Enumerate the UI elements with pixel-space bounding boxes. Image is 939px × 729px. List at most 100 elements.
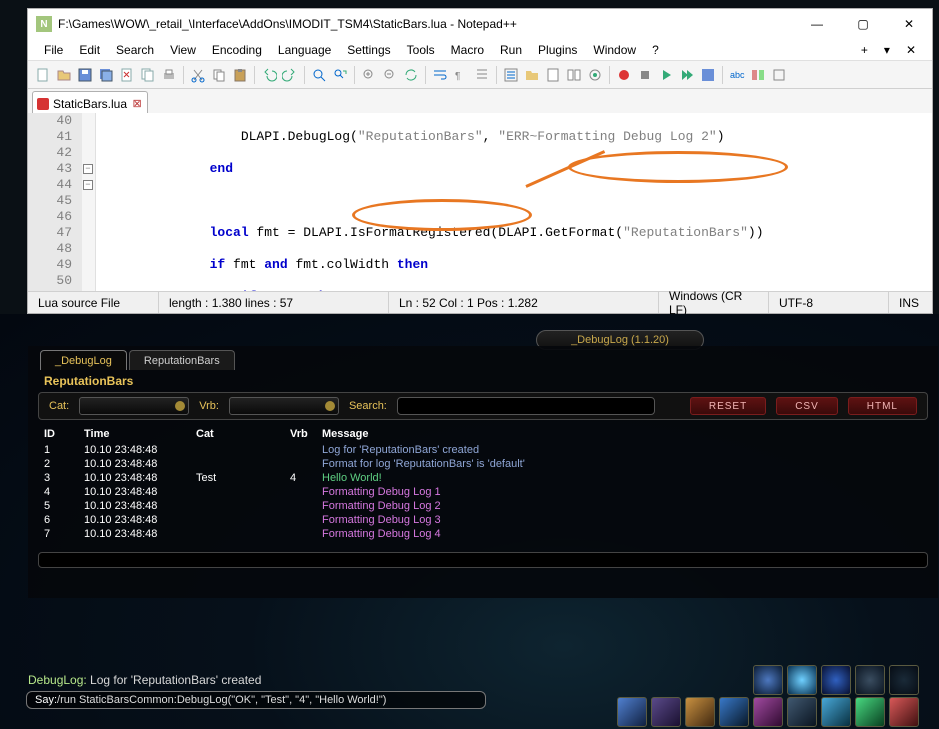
- action-bar-bottom: [617, 697, 919, 727]
- action-slot[interactable]: [719, 697, 749, 727]
- menu-view[interactable]: View: [162, 41, 204, 59]
- col-time[interactable]: Time: [84, 428, 196, 442]
- close-all-icon[interactable]: [139, 66, 157, 84]
- menu-plus-icon[interactable]: +: [853, 41, 876, 59]
- filter-cat-dropdown[interactable]: [79, 397, 189, 415]
- code-editor[interactable]: 4041424344454647484950 − − DLAPI.DebugLo…: [28, 113, 932, 291]
- record-icon[interactable]: [615, 66, 633, 84]
- reset-button[interactable]: RESET: [690, 397, 766, 415]
- action-slot[interactable]: [855, 665, 885, 695]
- action-slot[interactable]: [685, 697, 715, 727]
- replace-icon[interactable]: [331, 66, 349, 84]
- log-row[interactable]: 110.10 23:48:48Log for 'ReputationBars' …: [44, 444, 922, 458]
- fold-column[interactable]: − −: [82, 113, 96, 291]
- find-icon[interactable]: [310, 66, 328, 84]
- titlebar[interactable]: N F:\Games\WOW\_retail_\Interface\AddOns…: [28, 9, 932, 39]
- log-row[interactable]: 710.10 23:48:48Formatting Debug Log 4: [44, 528, 922, 542]
- menu-window[interactable]: Window: [585, 41, 644, 59]
- action-slot[interactable]: [889, 665, 919, 695]
- action-slot[interactable]: [617, 697, 647, 727]
- chat-input[interactable]: Say: /run StaticBarsCommon:DebugLog("OK"…: [26, 691, 486, 709]
- close-file-icon[interactable]: [118, 66, 136, 84]
- redo-icon[interactable]: [281, 66, 299, 84]
- action-slot[interactable]: [821, 697, 851, 727]
- wordwrap-icon[interactable]: [431, 66, 449, 84]
- menu-plugins[interactable]: Plugins: [530, 41, 585, 59]
- paste-icon[interactable]: [231, 66, 249, 84]
- action-slot[interactable]: [753, 665, 783, 695]
- save-macro-icon[interactable]: [699, 66, 717, 84]
- fold-minus-icon[interactable]: −: [83, 164, 93, 174]
- menu-help[interactable]: ?: [644, 41, 667, 59]
- action-slot[interactable]: [787, 665, 817, 695]
- undo-icon[interactable]: [260, 66, 278, 84]
- action-slot[interactable]: [753, 697, 783, 727]
- save-all-icon[interactable]: [97, 66, 115, 84]
- col-msg[interactable]: Message: [322, 428, 922, 442]
- open-file-icon[interactable]: [55, 66, 73, 84]
- col-vrb[interactable]: Vrb: [290, 428, 322, 442]
- sync-icon[interactable]: [402, 66, 420, 84]
- monitor-icon[interactable]: [586, 66, 604, 84]
- tab-staticbars[interactable]: StaticBars.lua ⊠: [32, 91, 148, 113]
- menu-macro[interactable]: Macro: [443, 41, 492, 59]
- compare-icon[interactable]: [749, 66, 767, 84]
- zoom-in-icon[interactable]: [360, 66, 378, 84]
- play-multi-icon[interactable]: [678, 66, 696, 84]
- chat-input-prefix: Say:: [35, 694, 57, 706]
- log-row[interactable]: 210.10 23:48:48Format for log 'Reputatio…: [44, 458, 922, 472]
- close-button[interactable]: ✕: [886, 9, 932, 39]
- menu-tools[interactable]: Tools: [399, 41, 443, 59]
- plugin-icon[interactable]: [770, 66, 788, 84]
- minimize-button[interactable]: —: [794, 9, 840, 39]
- cut-icon[interactable]: [189, 66, 207, 84]
- func-list-icon[interactable]: [502, 66, 520, 84]
- log-row[interactable]: 610.10 23:48:48Formatting Debug Log 3: [44, 514, 922, 528]
- menu-language[interactable]: Language: [270, 41, 339, 59]
- save-icon[interactable]: [76, 66, 94, 84]
- print-icon[interactable]: [160, 66, 178, 84]
- zoom-out-icon[interactable]: [381, 66, 399, 84]
- log-row[interactable]: 510.10 23:48:48Formatting Debug Log 2: [44, 500, 922, 514]
- menu-file[interactable]: File: [36, 41, 71, 59]
- folder-icon[interactable]: [523, 66, 541, 84]
- doc-map-icon[interactable]: [544, 66, 562, 84]
- search-input[interactable]: [397, 397, 655, 415]
- action-slot[interactable]: [855, 697, 885, 727]
- menu-encoding[interactable]: Encoding: [204, 41, 270, 59]
- csv-button[interactable]: CSV: [776, 397, 838, 415]
- show-all-icon[interactable]: ¶: [452, 66, 470, 84]
- stop-record-icon[interactable]: [636, 66, 654, 84]
- code-area[interactable]: DLAPI.DebugLog("ReputationBars", "ERR~Fo…: [114, 113, 932, 291]
- menu-edit[interactable]: Edit: [71, 41, 108, 59]
- filter-vrb-dropdown[interactable]: [229, 397, 339, 415]
- menu-settings[interactable]: Settings: [339, 41, 398, 59]
- tab-debuglog[interactable]: _DebugLog: [40, 350, 127, 370]
- debuglog-scrubber[interactable]: [38, 552, 928, 568]
- maximize-button[interactable]: ▢: [840, 9, 886, 39]
- line-number-gutter: 4041424344454647484950: [28, 113, 82, 291]
- html-button[interactable]: HTML: [848, 397, 917, 415]
- log-row[interactable]: 310.10 23:48:48Test4Hello World!: [44, 472, 922, 486]
- tab-close-icon[interactable]: ⊠: [131, 98, 143, 110]
- action-slot[interactable]: [889, 697, 919, 727]
- doc-switch-icon[interactable]: [565, 66, 583, 84]
- new-file-icon[interactable]: [34, 66, 52, 84]
- col-cat[interactable]: Cat: [196, 428, 290, 442]
- spell-icon[interactable]: abc: [728, 66, 746, 84]
- debuglog-tabs: _DebugLog ReputationBars: [28, 346, 938, 370]
- menu-x-icon[interactable]: ✕: [898, 41, 924, 59]
- copy-icon[interactable]: [210, 66, 228, 84]
- tab-reputationbars[interactable]: ReputationBars: [129, 350, 235, 370]
- fold-minus-icon[interactable]: −: [83, 180, 93, 190]
- action-slot[interactable]: [651, 697, 681, 727]
- menu-search[interactable]: Search: [108, 41, 162, 59]
- action-slot[interactable]: [787, 697, 817, 727]
- play-macro-icon[interactable]: [657, 66, 675, 84]
- menu-dropdown-icon[interactable]: ▾: [876, 41, 898, 59]
- col-id[interactable]: ID: [44, 428, 84, 442]
- log-row[interactable]: 410.10 23:48:48Formatting Debug Log 1: [44, 486, 922, 500]
- indent-guide-icon[interactable]: [473, 66, 491, 84]
- action-slot[interactable]: [821, 665, 851, 695]
- menu-run[interactable]: Run: [492, 41, 530, 59]
